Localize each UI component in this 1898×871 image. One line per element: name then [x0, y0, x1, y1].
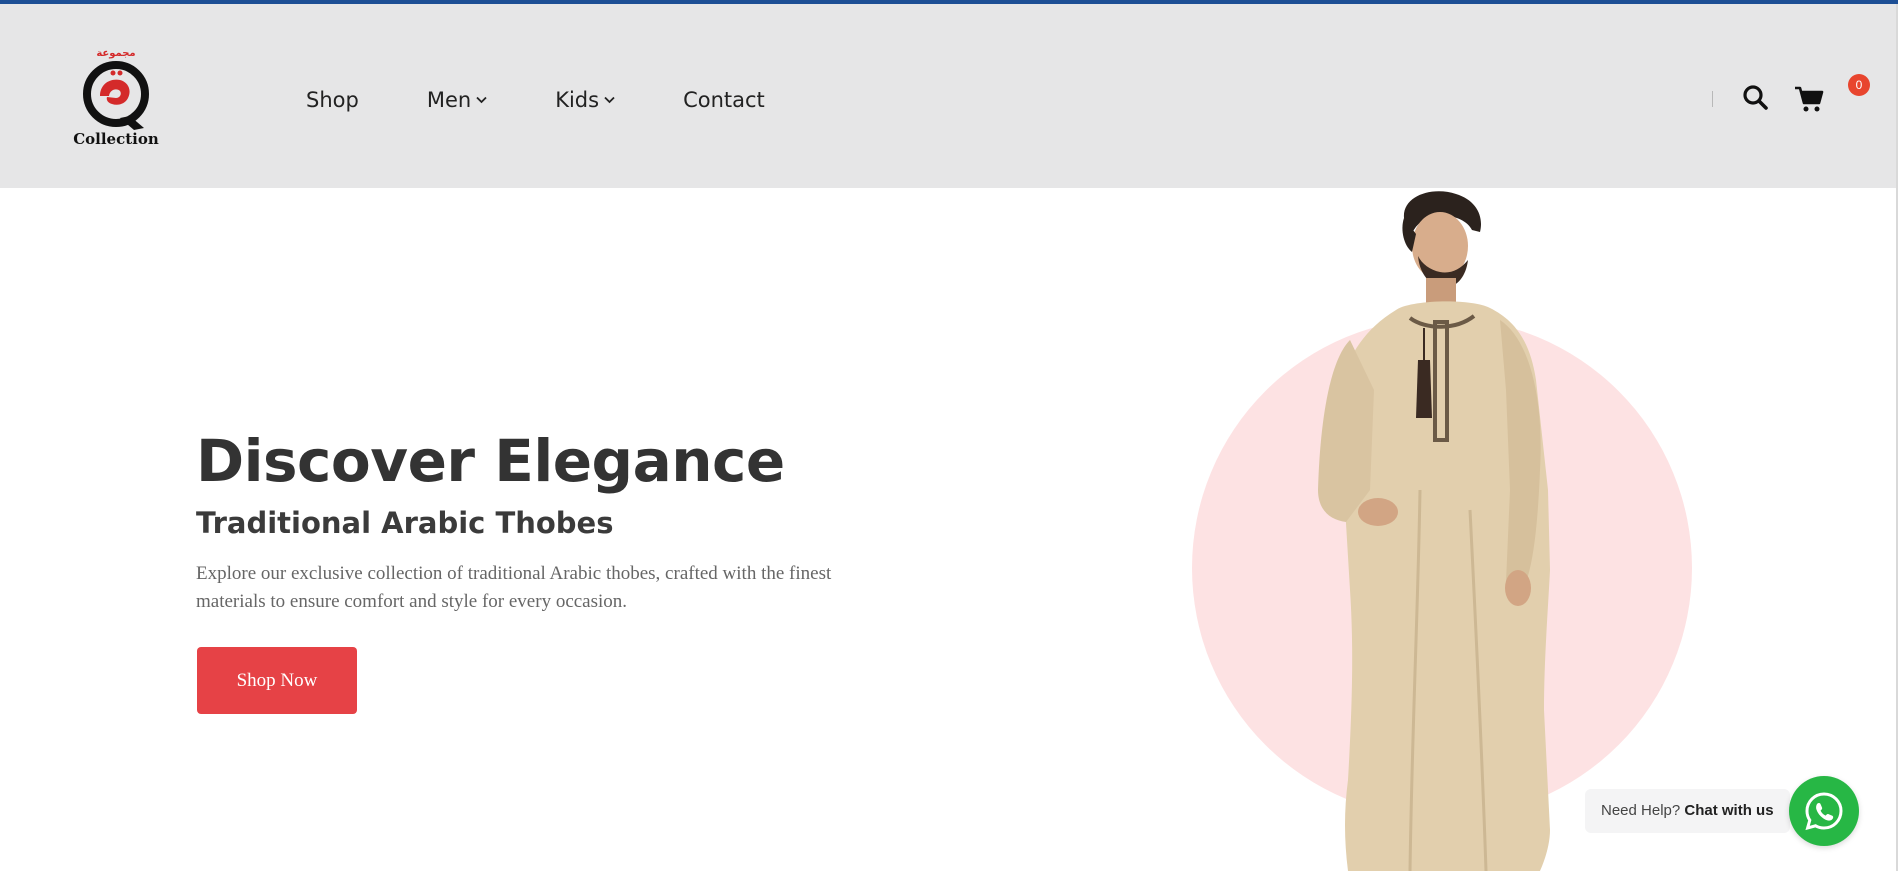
chat-help-action: Chat with us [1684, 802, 1774, 819]
chevron-down-icon [476, 96, 487, 104]
chat-help-prefix: Need Help? [1601, 802, 1681, 819]
chat-help-label[interactable]: Need Help? Chat with us [1585, 789, 1790, 833]
nav-item-label: Kids [555, 88, 600, 112]
header-divider [1712, 91, 1713, 107]
search-icon[interactable] [1742, 84, 1768, 112]
hero-title: Discover Elegance [196, 427, 785, 495]
cart-count-badge: 0 [1848, 74, 1870, 96]
chevron-down-icon [604, 96, 615, 104]
nav-item-label: Contact [683, 88, 765, 112]
logo-wordmark: Collection [73, 130, 159, 148]
site-header: مجموعة Collection Shop Men Kids Contact [0, 4, 1898, 188]
brand-logo[interactable]: مجموعة Collection [70, 48, 162, 152]
hero-model-image [1318, 191, 1550, 871]
shop-now-button[interactable]: Shop Now [197, 647, 357, 714]
logo-q-mark-icon [83, 61, 149, 130]
nav-item-contact[interactable]: Contact [683, 82, 765, 118]
whatsapp-chat-button[interactable] [1789, 776, 1859, 846]
nav-item-men[interactable]: Men [427, 82, 487, 118]
nav-item-kids[interactable]: Kids [555, 82, 615, 118]
nav-item-label: Men [426, 88, 472, 112]
whatsapp-icon [1805, 792, 1843, 831]
hero-description: Explore our exclusive collection of trad… [196, 563, 832, 612]
cart-icon[interactable] [1794, 84, 1824, 114]
nav-item-label: Shop [306, 88, 359, 112]
nav-item-shop[interactable]: Shop [306, 82, 359, 118]
main-nav: Shop Men Kids Contact [306, 82, 833, 118]
hero-subtitle: Traditional Arabic Thobes [196, 506, 614, 540]
